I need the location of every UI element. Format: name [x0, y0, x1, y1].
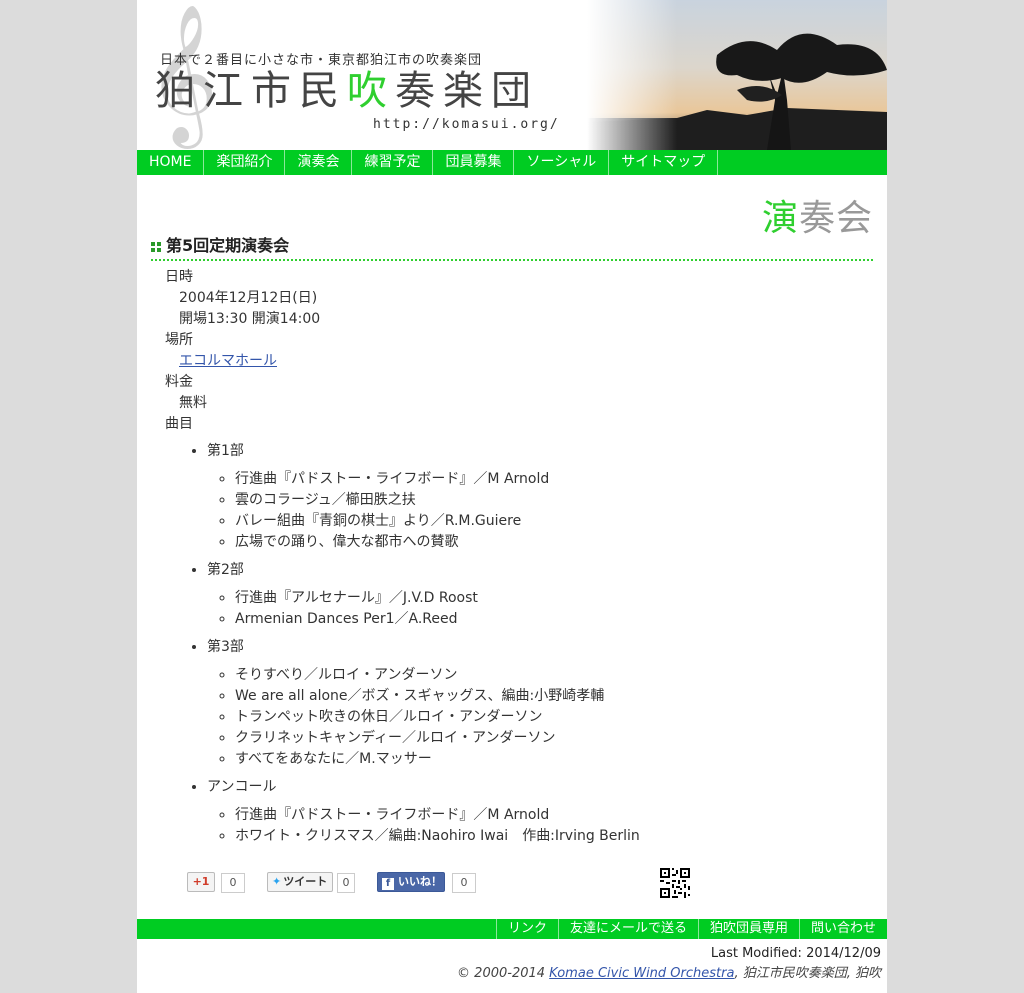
part-name: 第2部	[207, 562, 244, 578]
program-piece: ホワイト・クリスマス／編曲:Naohiro Iwai 作曲:Irving Ber…	[235, 826, 640, 847]
part-name: 第1部	[207, 443, 244, 459]
copyright-link[interactable]: Komae Civic Wind Orchestra	[549, 966, 734, 981]
sunset-tree-photo	[587, 0, 887, 150]
program-piece: すべてをあなたに／M.マッサー	[235, 749, 640, 770]
program-value: 第1部 行進曲『パドストー・ライフボード』／M Arnold 雲のコラージュ／櫛…	[165, 441, 640, 847]
program-piece: 行進曲『パドストー・ライフボード』／M Arnold	[235, 805, 640, 826]
concert-heading: 第5回定期演奏会	[151, 233, 873, 261]
like-label: いいね！	[398, 875, 442, 888]
site-title-pre: 狛江市民	[155, 68, 347, 114]
program-piece: 広場での踊り、偉大な都市への賛歌	[235, 532, 640, 553]
program-parts: 第1部 行進曲『パドストー・ライフボード』／M Arnold 雲のコラージュ／櫛…	[179, 441, 640, 847]
main-nav: HOME 楽団紹介 演奏会 練習予定 団員募集 ソーシャル サイトマップ	[137, 150, 887, 175]
footer-link-contact[interactable]: 問い合わせ	[798, 919, 887, 939]
twitter-bird-icon: ✦	[272, 875, 282, 888]
footer-nav: リンク 友達にメールで送る 狛吹団員専用 問い合わせ	[137, 919, 887, 939]
page-container: 𝄞 日本で２番目に小さな市・東京都狛江市の吹奏楽団 狛江市民吹奏楽団 http:…	[137, 0, 887, 993]
footer-link-members-only[interactable]: 狛吹団員専用	[697, 919, 799, 939]
grid-bullet-icon	[151, 242, 161, 252]
tweet-label: ツイート	[283, 875, 328, 888]
program-piece: 雲のコラージュ／櫛田胅之扶	[235, 490, 640, 511]
site-header: 𝄞 日本で２番目に小さな市・東京都狛江市の吹奏楽団 狛江市民吹奏楽団 http:…	[137, 0, 887, 150]
footer-link-email-friend[interactable]: 友達にメールで送る	[557, 919, 698, 939]
social-buttons: +1 0 ✦ ツイート 0 f いいね！ 0	[187, 872, 787, 894]
site-title[interactable]: 狛江市民吹奏楽団	[155, 66, 539, 116]
program-label: 曲目	[165, 416, 193, 432]
venue-label: 場所	[165, 332, 193, 348]
copyright-suffix: , 狛江市民吹奏楽団, 狛吹	[734, 966, 881, 981]
last-modified: Last Modified: 2014/12/09	[710, 946, 881, 961]
gplus-button[interactable]: +1	[187, 872, 215, 892]
fee-value: 無料	[179, 395, 207, 411]
fee-label: 料金	[165, 374, 193, 390]
site-title-accent: 吹	[347, 68, 395, 114]
qr-code-icon	[660, 868, 690, 898]
program-part: 第3部 そりすべり／ルロイ・アンダーソン We are all alone／ボズ…	[207, 637, 640, 770]
site-title-post: 奏楽団	[395, 68, 539, 114]
gplus-count: 0	[221, 873, 245, 893]
date-label: 日時	[165, 269, 193, 285]
copyright-prefix: © 2000-2014	[457, 966, 550, 981]
program-piece: Armenian Dances Per1／A.Reed	[235, 609, 640, 630]
tweet-count: 0	[337, 873, 355, 893]
venue-link[interactable]: エコルマホール	[179, 353, 277, 369]
facebook-icon: f	[382, 878, 394, 890]
program-part: 第1部 行進曲『パドストー・ライフボード』／M Arnold 雲のコラージュ／櫛…	[207, 441, 640, 553]
nav-recruit[interactable]: 団員募集	[433, 150, 515, 175]
concert-details: 日時 2004年12月12日(日) 開場13:30 開演14:00 場所 エコル…	[165, 267, 640, 854]
nav-sitemap[interactable]: サイトマップ	[609, 150, 719, 175]
program-piece: バレー組曲『青銅の棋士』より／R.M.Guiere	[235, 511, 640, 532]
like-count: 0	[452, 873, 476, 893]
tweet-button[interactable]: ✦ ツイート	[267, 872, 333, 892]
program-piece: そりすべり／ルロイ・アンダーソン	[235, 665, 640, 686]
program-piece: トランペット吹きの休日／ルロイ・アンダーソン	[235, 707, 640, 728]
nav-about[interactable]: 楽団紹介	[204, 150, 286, 175]
facebook-like-button[interactable]: f いいね！	[377, 872, 445, 892]
nav-home[interactable]: HOME	[137, 150, 205, 175]
program-piece: 行進曲『アルセナール』／J.V.D Roost	[235, 588, 640, 609]
concert-title: 第5回定期演奏会	[166, 236, 290, 255]
site-url: http://komasui.org/	[373, 117, 560, 132]
program-piece: クラリネットキャンディー／ルロイ・アンダーソン	[235, 728, 640, 749]
date-value: 2004年12月12日(日)	[179, 290, 318, 306]
copyright: © 2000-2014 Komae Civic Wind Orchestra, …	[457, 962, 881, 981]
venue-value: エコルマホール	[179, 351, 640, 372]
part-name: アンコール	[207, 779, 277, 795]
program-part: 第2部 行進曲『アルセナール』／J.V.D Roost Armenian Dan…	[207, 560, 640, 630]
footer-link-links[interactable]: リンク	[495, 919, 558, 939]
part-name: 第3部	[207, 639, 244, 655]
nav-concerts[interactable]: 演奏会	[285, 150, 353, 175]
nav-practice[interactable]: 練習予定	[352, 150, 434, 175]
program-piece: We are all alone／ボズ・スギャッグス、編曲:小野崎孝輔	[235, 686, 640, 707]
time-value: 開場13:30 開演14:00	[179, 311, 321, 327]
nav-social[interactable]: ソーシャル	[514, 150, 610, 175]
program-part: アンコール 行進曲『パドストー・ライフボード』／M Arnold ホワイト・クリ…	[207, 777, 640, 847]
program-piece: 行進曲『パドストー・ライフボード』／M Arnold	[235, 469, 640, 490]
